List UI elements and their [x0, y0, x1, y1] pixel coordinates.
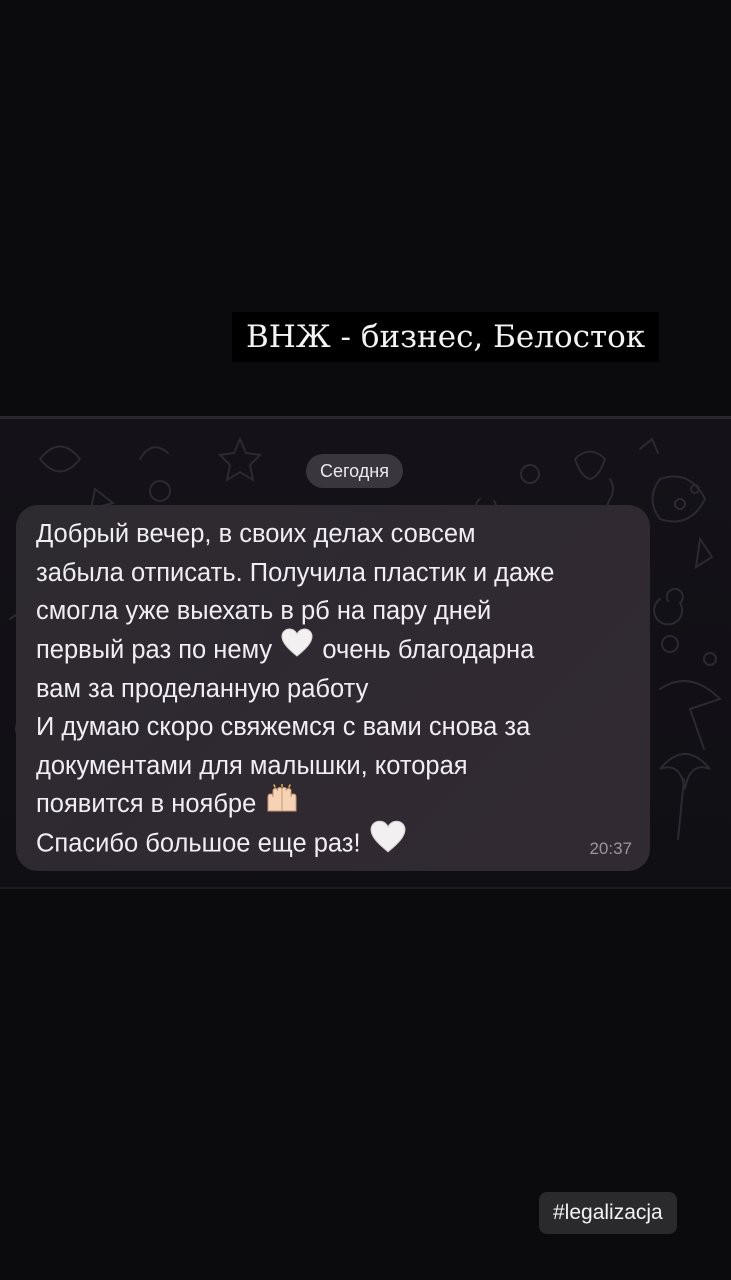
- incoming-message-bubble[interactable]: Добрый вечер, в своих делах совсем забыл…: [16, 505, 650, 871]
- message-line-text: смогла уже выехать в рб на пару дней: [36, 597, 492, 625]
- message-line: Добрый вечер, в своих делах совсем: [36, 515, 630, 554]
- story-caption: ВНЖ - бизнес, Белосток: [232, 312, 660, 362]
- raising-hands-icon: [265, 783, 299, 824]
- message-line: И думаю скоро свяжемся с вами снова за: [36, 708, 630, 747]
- message-line: Спасибо большое еще раз!: [36, 820, 630, 866]
- white-heart-icon: [370, 820, 406, 866]
- message-line: вам за проделанную работу: [36, 670, 630, 709]
- story-screen: ВНЖ - бизнес, Белосток Сегодня Добрый ве…: [0, 0, 731, 1280]
- message-line-text: забыла отписать. Получила пластик и даже: [36, 558, 555, 587]
- hashtag-sticker[interactable]: #legalizacja: [539, 1192, 677, 1234]
- message-line-text: очень благодарна: [322, 635, 535, 664]
- message-line-text: вам за проделанную работу: [36, 674, 369, 703]
- message-line: документами для малышки, которая: [36, 747, 630, 786]
- date-separator-chip: Сегодня: [306, 454, 403, 488]
- message-timestamp: 20:37: [589, 839, 632, 858]
- white-heart-icon: [281, 628, 313, 670]
- message-line-text: появится в ноябре: [36, 790, 257, 819]
- message-text: Добрый вечер, в своих делах совсем забыл…: [36, 515, 630, 865]
- message-line: появится в ноябре: [36, 783, 630, 824]
- message-line-text: И думаю скоро свяжемся с вами снова за: [36, 713, 531, 742]
- message-line: забыла отписать. Получила пластик и даже: [36, 554, 630, 593]
- chat-screenshot: Сегодня Добрый вечер, в своих делах совс…: [0, 416, 731, 889]
- message-line: смогла уже выехать в рб на пару дней: [36, 592, 630, 631]
- message-line: первый раз по нему очень благодарна: [36, 628, 630, 670]
- message-line-text: первый раз по нему: [36, 635, 273, 664]
- message-line-text: Спасибо большое еще раз!: [36, 829, 361, 857]
- message-line-text: Добрый вечер, в своих делах совсем: [36, 520, 476, 548]
- message-line-text: документами для малышки, которая: [36, 751, 468, 780]
